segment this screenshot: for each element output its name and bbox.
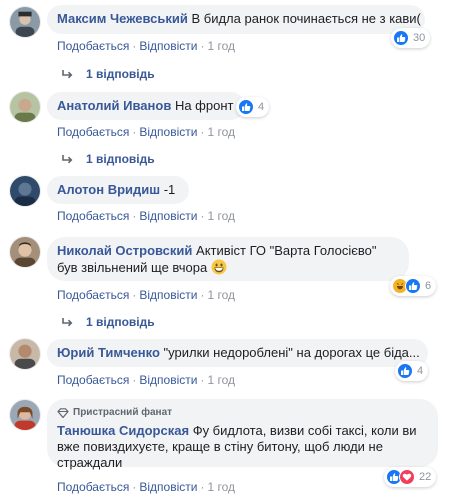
comment-author[interactable]: Максим Чежевський <box>57 11 188 26</box>
comment-bubble: Николай Островский Активіст ГО "Варта Го… <box>47 237 409 281</box>
avatar[interactable] <box>9 175 41 207</box>
reaction-summary[interactable]: 4 <box>395 361 429 381</box>
reaction-summary[interactable]: 30 <box>391 28 431 48</box>
reply-link[interactable]: Відповісти <box>139 209 197 223</box>
comment-author[interactable]: Анатолий Иванов <box>57 98 171 113</box>
view-replies-link[interactable]: 1 відповідь <box>62 67 155 81</box>
comment-actions: Подобається · Відповісти · 1 год <box>57 39 235 53</box>
comment-actions: Подобається · Відповісти · 1 год <box>57 288 235 302</box>
comment-actions: Подобається · Відповісти · 1 год <box>57 125 235 139</box>
like-link[interactable]: Подобається <box>57 480 129 494</box>
like-link[interactable]: Подобається <box>57 39 129 53</box>
comment-bubble: Анатолий Иванов На фронт <box>47 92 246 120</box>
comment-text: В бидла ранок починається не з кави( <box>191 11 421 26</box>
avatar[interactable] <box>9 236 41 268</box>
replies-count: 1 відповідь <box>86 315 155 329</box>
reaction-count: 4 <box>258 101 265 113</box>
top-fan-badge: Пристрасний фанат <box>57 405 426 421</box>
reaction-summary[interactable]: 6 <box>390 276 437 296</box>
timestamp[interactable]: 1 год <box>207 125 235 139</box>
comment-actions: Подобається · Відповісти · 1 год <box>57 373 235 387</box>
reaction-count: 30 <box>413 32 426 44</box>
like-icon <box>405 278 421 294</box>
like-link[interactable]: Подобається <box>57 209 129 223</box>
avatar[interactable] <box>9 399 41 431</box>
comment-author[interactable]: Николай Островский <box>57 243 192 258</box>
badge-label: Пристрасний фанат <box>73 407 173 418</box>
comment-actions: Подобається · Відповісти · 1 год <box>57 209 235 223</box>
reply-arrow-icon <box>62 70 73 79</box>
love-icon <box>399 469 415 485</box>
like-link[interactable]: Подобається <box>57 373 129 387</box>
comment-bubble: Юрий Тимченко "урилки недороблені" на до… <box>47 339 428 367</box>
comment-author[interactable]: Алотон Вридиш <box>57 182 160 197</box>
avatar[interactable] <box>9 91 41 123</box>
comment-bubble: Пристрасний фанат Танюшка Сидорская Фу б… <box>47 399 438 470</box>
reply-arrow-icon <box>62 155 73 164</box>
like-link[interactable]: Подобається <box>57 125 129 139</box>
reaction-count: 6 <box>425 280 432 292</box>
timestamp[interactable]: 1 год <box>207 480 235 494</box>
reaction-count: 22 <box>419 471 432 483</box>
comment-author[interactable]: Юрий Тимченко <box>57 345 160 360</box>
avatar[interactable] <box>9 338 41 370</box>
comment-actions: Подобається · Відповісти · 1 год <box>57 480 235 494</box>
reply-link[interactable]: Відповісти <box>139 288 197 302</box>
timestamp[interactable]: 1 год <box>207 209 235 223</box>
like-icon <box>393 30 409 46</box>
reply-link[interactable]: Відповісти <box>139 373 197 387</box>
timestamp[interactable]: 1 год <box>207 39 235 53</box>
diamond-icon <box>57 408 69 418</box>
reaction-summary[interactable]: 4 <box>236 97 270 117</box>
reply-link[interactable]: Відповісти <box>139 125 197 139</box>
timestamp[interactable]: 1 год <box>207 288 235 302</box>
reply-link[interactable]: Відповісти <box>139 39 197 53</box>
view-replies-link[interactable]: 1 відповідь <box>62 315 155 329</box>
comment-text: На фронт <box>174 98 234 113</box>
timestamp[interactable]: 1 год <box>207 373 235 387</box>
grinning-emoji-icon <box>211 259 227 275</box>
like-link[interactable]: Подобається <box>57 288 129 302</box>
reaction-count: 4 <box>417 365 424 377</box>
comment-text: "урилки недороблені" на дорогах це біда.… <box>163 345 420 360</box>
replies-count: 1 відповідь <box>86 152 155 166</box>
reply-arrow-icon <box>62 318 73 327</box>
comment-text: -1 <box>163 182 176 197</box>
comment-bubble: Максим Чежевський В бидла ранок починаєт… <box>47 5 425 34</box>
view-replies-link[interactable]: 1 відповідь <box>62 152 155 166</box>
replies-count: 1 відповідь <box>86 67 155 81</box>
reaction-summary[interactable]: 22 <box>384 467 437 487</box>
reply-link[interactable]: Відповісти <box>139 480 197 494</box>
like-icon <box>397 363 413 379</box>
comment-author[interactable]: Танюшка Сидорская <box>57 423 189 438</box>
like-icon <box>238 99 254 115</box>
comment-bubble: Алотон Вридиш -1 <box>47 176 190 204</box>
avatar[interactable] <box>9 6 41 38</box>
